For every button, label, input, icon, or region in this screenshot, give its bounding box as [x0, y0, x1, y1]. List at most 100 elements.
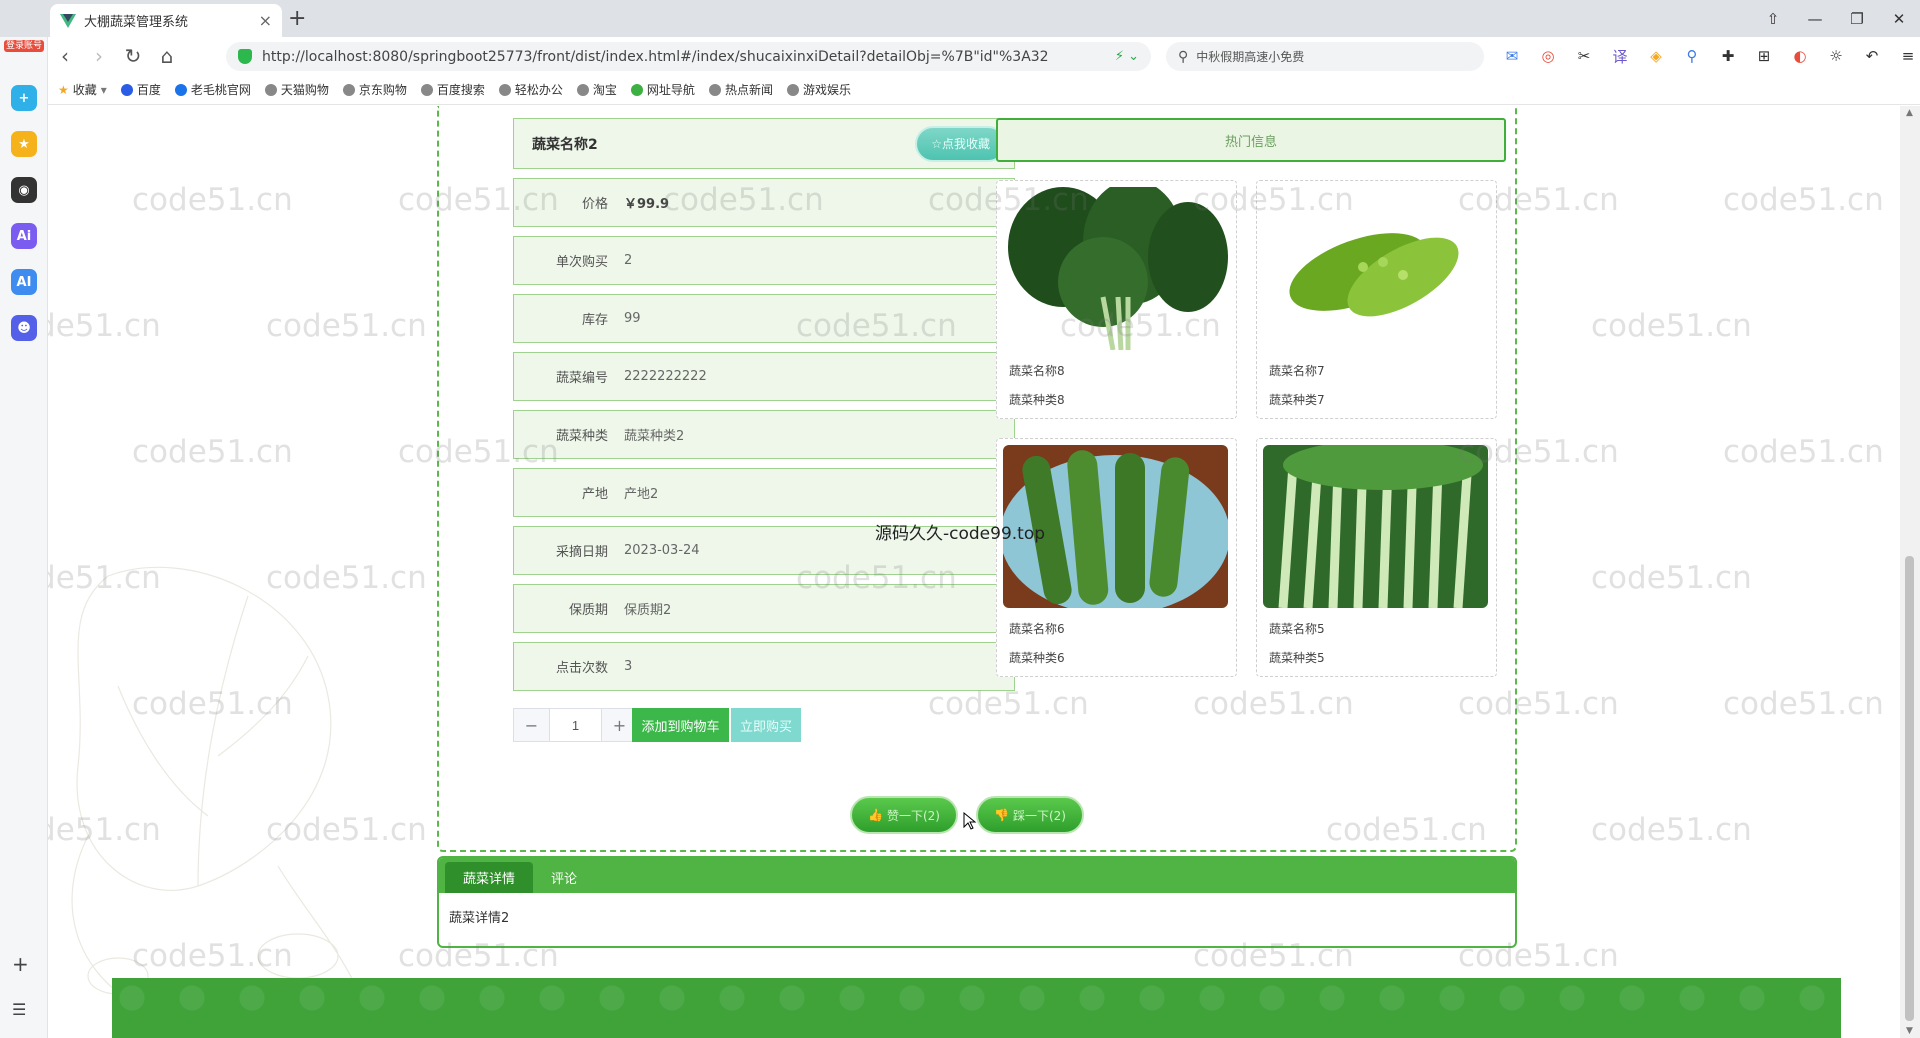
search-icon: ⚲ [1178, 48, 1189, 65]
undo-icon[interactable]: ↶ [1858, 43, 1886, 69]
lightning-icon[interactable]: ⚡ ⌄ [1115, 49, 1139, 64]
hot-item-type: 蔬菜种类8 [1009, 393, 1065, 407]
globe-icon [420, 83, 433, 96]
url-text[interactable]: http://localhost:8080/springboot25773/fr… [262, 49, 1107, 65]
bookmarks-bar: ★ 收藏 ▾ 百度 老毛桃官网 天猫购物 京东购物 百度搜索 轻松办公 淘宝 网址导… [48, 75, 1920, 105]
bookmark-item[interactable]: 百度 [120, 81, 161, 98]
close-tab-icon[interactable]: × [259, 11, 272, 30]
hot-item-card[interactable]: 蔬菜名称6 蔬菜种类6 [996, 438, 1237, 677]
scroll-down-icon[interactable]: ▼ [1906, 1026, 1913, 1036]
forward-icon[interactable]: › [82, 41, 116, 71]
bookmark-item[interactable]: 百度搜索 [420, 81, 485, 98]
bookmark-favorites[interactable]: ★ 收藏 ▾ [58, 81, 107, 98]
home-icon[interactable]: ⌂ [150, 41, 184, 71]
shield-ext-icon[interactable]: ◈ [1642, 43, 1670, 69]
bookmark-item[interactable]: 游戏娱乐 [786, 81, 851, 98]
address-bar[interactable]: http://localhost:8080/springboot25773/fr… [226, 42, 1151, 71]
tab-vegetable-detail[interactable]: 蔬菜详情 [445, 862, 534, 893]
bookmark-label: 百度 [136, 83, 161, 97]
bookmark-item[interactable]: 网址导航 [630, 81, 695, 98]
field-origin: 产地 产地2 [513, 468, 1015, 517]
like-label: 赞一下(2) [886, 808, 940, 823]
mouse-cursor-icon [963, 812, 977, 830]
menu-icon[interactable]: ≡ [1894, 43, 1920, 69]
product-name-bar: 蔬菜名称2 ☆点我收藏 [513, 118, 1015, 169]
globe-icon [342, 83, 355, 96]
buy-now-button[interactable]: 立即购买 [731, 708, 801, 742]
hot-item-type: 蔬菜种类7 [1269, 393, 1325, 407]
spinach-image[interactable] [1003, 187, 1228, 350]
mail-icon[interactable]: ✉ [1498, 43, 1526, 69]
bookmark-item[interactable]: 轻松办公 [498, 81, 563, 98]
hot-item-card[interactable]: 蔬菜名称7 蔬菜种类7 [1256, 180, 1497, 419]
field-single-purchase: 单次购买 2 [513, 236, 1015, 285]
bookmark-item[interactable]: 京东购物 [342, 81, 407, 98]
scrollbar-thumb[interactable] [1905, 556, 1914, 1021]
star-icon: ★ [58, 82, 69, 97]
field-value: 保质期2 [624, 603, 672, 618]
game-controller-icon[interactable]: ◉ [11, 177, 37, 203]
minimize-icon[interactable]: — [1794, 0, 1836, 37]
favorites-star-icon[interactable]: ★ [11, 131, 37, 157]
color-wheel-icon[interactable]: ◐ [1786, 43, 1814, 69]
page-scrollbar[interactable]: ▲ ▼ [1900, 106, 1920, 1038]
tab-comments[interactable]: 评论 [533, 862, 595, 893]
scissors-icon[interactable]: ✂ [1570, 43, 1598, 69]
login-badge[interactable]: 登录账号 [4, 40, 44, 52]
bookmark-label: 轻松办公 [514, 83, 563, 97]
like-button[interactable]: 👍 赞一下(2) [850, 796, 958, 834]
weibo-icon[interactable]: ◎ [1534, 43, 1562, 69]
hot-item-name: 蔬菜名称7 [1269, 364, 1325, 378]
celery-image[interactable] [1263, 445, 1488, 608]
field-value: 2 [624, 253, 633, 268]
browser-tab[interactable]: 大棚蔬菜管理系统 × [50, 4, 282, 37]
page-footer [112, 978, 1841, 1038]
find-icon[interactable]: ⚲ [1678, 43, 1706, 69]
brightness-icon[interactable]: ☼ [1822, 43, 1850, 69]
reload-icon[interactable]: ↻ [116, 41, 150, 71]
quantity-input[interactable] [550, 709, 601, 741]
field-label: 点击次数 [555, 661, 608, 676]
menu-list-icon[interactable]: ☰ [12, 1000, 26, 1019]
bookmark-item[interactable]: 天猫购物 [264, 81, 329, 98]
grid-icon[interactable]: ⊞ [1750, 43, 1778, 69]
translate-icon[interactable]: 译 [1606, 43, 1634, 69]
watermark: code51.cn [1723, 434, 1884, 470]
quantity-stepper: − + [513, 708, 638, 742]
robot-icon[interactable]: ☻ [11, 315, 37, 341]
extensions-icon[interactable]: ✚ [1714, 43, 1742, 69]
dislike-button[interactable]: 👎 踩一下(2) [976, 796, 1084, 834]
search-text: 中秋假期高速小免费 [1196, 50, 1305, 64]
new-tab-icon[interactable]: + [288, 6, 306, 31]
add-to-cart-button[interactable]: 添加到购物车 [632, 708, 729, 742]
plus-app-icon[interactable]: + [11, 85, 37, 111]
bookmark-item[interactable]: 热点新闻 [708, 81, 773, 98]
field-value: 产地2 [624, 487, 659, 502]
back-icon[interactable]: ‹ [48, 41, 82, 71]
watermark: code51.cn [1591, 560, 1752, 596]
close-window-icon[interactable]: ✕ [1878, 0, 1920, 37]
detail-tabs: 蔬菜详情 评论 蔬菜详情2 [437, 856, 1517, 948]
hot-item-card[interactable]: 蔬菜名称8 蔬菜种类8 [996, 180, 1237, 419]
field-click-count: 点击次数 3 [513, 642, 1015, 691]
search-box[interactable]: ⚲ 中秋假期高速小免费 [1166, 42, 1484, 71]
scroll-up-icon[interactable]: ▲ [1906, 108, 1913, 118]
watermark: code51.cn [132, 434, 293, 470]
tab-title: 大棚蔬菜管理系统 [84, 15, 189, 30]
favorite-button[interactable]: ☆点我收藏 [915, 125, 1006, 162]
bookmark-item[interactable]: 淘宝 [576, 81, 617, 98]
bookmark-label: 老毛桃官网 [190, 83, 251, 97]
bookmark-label: 京东购物 [358, 83, 407, 97]
restore-icon[interactable]: ❐ [1836, 0, 1878, 37]
ai-assistant-icon[interactable]: Ai [11, 223, 37, 249]
decrement-button[interactable]: − [514, 709, 550, 741]
pin-icon[interactable]: ⇧ [1752, 0, 1794, 37]
field-value: 蔬菜种类2 [624, 429, 685, 444]
bitter-melon-image[interactable] [1263, 187, 1488, 350]
hot-item-card[interactable]: 蔬菜名称5 蔬菜种类5 [1256, 438, 1497, 677]
ai-chat-icon[interactable]: AI [11, 269, 37, 295]
thumbs-up-icon: 👍 [868, 808, 883, 822]
bookmark-item[interactable]: 老毛桃官网 [174, 81, 251, 98]
add-sidebar-icon[interactable]: + [12, 952, 29, 976]
field-label: 蔬菜种类 [555, 429, 608, 444]
